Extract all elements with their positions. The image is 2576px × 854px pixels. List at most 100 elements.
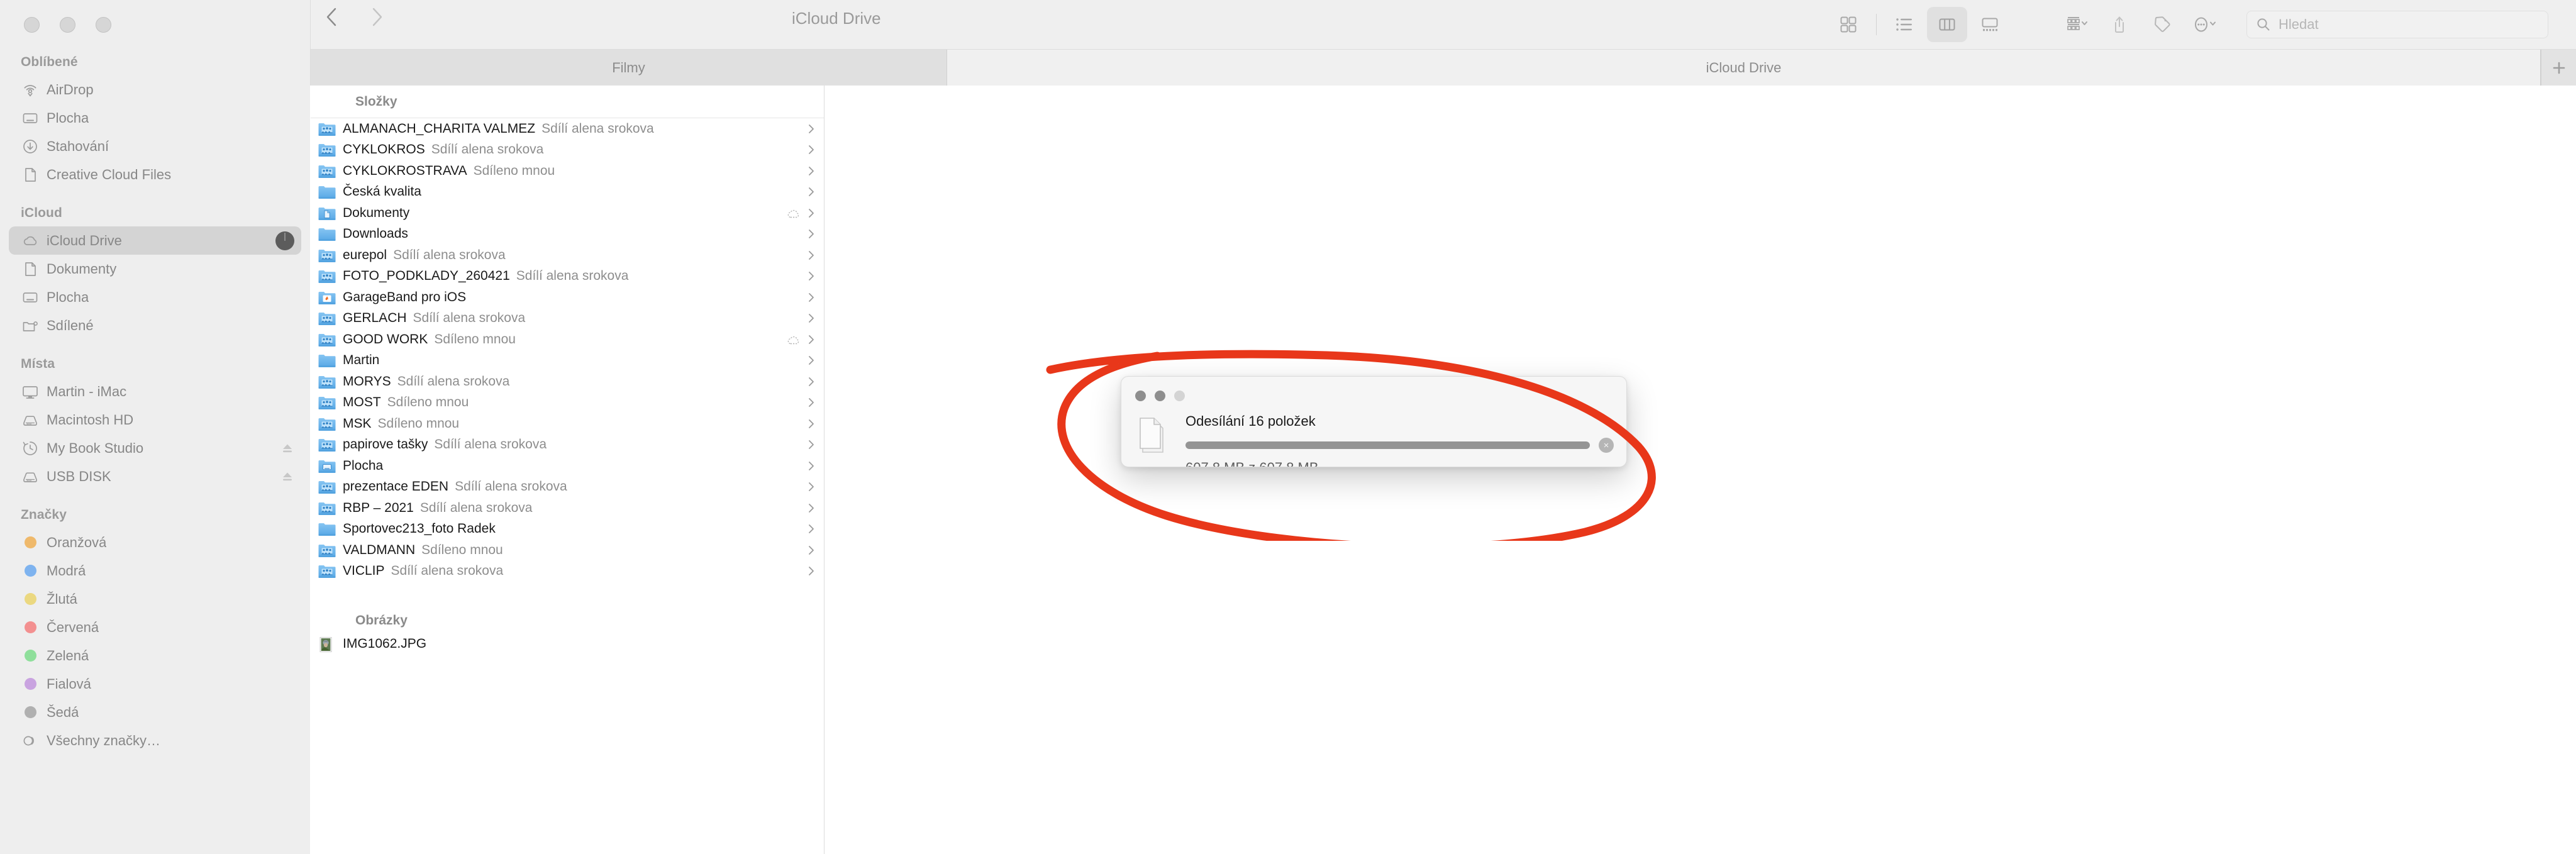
column-browser-first-column[interactable]: Složky ALMANACH_CHARITA VALMEZ Sdílí alen… (311, 86, 824, 854)
more-actions-button[interactable] (2185, 7, 2225, 42)
sidebar-item-plocha[interactable]: Plocha (9, 283, 301, 311)
eject-icon[interactable] (280, 441, 294, 455)
file-list-row[interactable]: Downloads (311, 224, 824, 245)
file-list-row[interactable]: MSK Sdíleno mnou (311, 413, 824, 435)
shared-folder-icon (21, 316, 40, 335)
tab-icloud-drive[interactable]: iCloud Drive (947, 50, 2541, 86)
sidebar-item-macintosh-hd[interactable]: Macintosh HD (9, 406, 301, 434)
sidebar-item-label: Dokumenty (47, 260, 117, 277)
sidebar-group-title: Oblíbené (21, 55, 78, 69)
sidebar-item-sd-len[interactable]: Sdílené (9, 311, 301, 340)
sidebar-item-erven[interactable]: Červená (9, 613, 301, 641)
sidebar-item-zelen[interactable]: Zelená (9, 641, 301, 670)
close-button[interactable] (24, 17, 40, 33)
sidebar-item-modr[interactable]: Modrá (9, 557, 301, 585)
sidebar-scroll-area[interactable]: Oblíbené AirDrop Plocha Stahování Creative C… (0, 49, 310, 766)
zoom-button[interactable] (96, 17, 111, 33)
list-view-button[interactable] (1884, 7, 1924, 42)
file-list-row[interactable]: eurepol Sdílí alena srokova (311, 245, 824, 266)
file-list-row[interactable]: CYKLOKROS Sdílí alena srokova (311, 140, 824, 161)
tag-dot-icon (21, 618, 40, 637)
file-list-row[interactable]: RBP – 2021 Sdílí alena srokova (311, 497, 824, 519)
sidebar-item-label: USB DISK (47, 468, 111, 484)
upload-detail: 607,8 MB z 607,8 MB (1185, 460, 1614, 467)
file-list-row[interactable]: Česká kvalita (311, 182, 824, 203)
tab-filmy[interactable]: Filmy (311, 50, 947, 86)
tag-dot-icon (21, 533, 40, 552)
dialog-close-button[interactable] (1135, 391, 1146, 401)
sidebar-item-my-book-studio[interactable]: My Book Studio (9, 434, 301, 462)
downloads-icon (21, 137, 40, 156)
file-list-row[interactable]: MORYS Sdílí alena srokova (311, 371, 824, 392)
upload-progress-dialog[interactable]: Odesílání 16 položek × 607,8 MB z 607,8 … (1121, 376, 1627, 467)
sidebar-item-oran-ov[interactable]: Oranžová (9, 528, 301, 557)
file-list-row[interactable]: MOST Sdíleno mnou (311, 392, 824, 414)
sidebar-group: Značky Oranžová Modrá Žlutá Červená Zelená Fia… (0, 502, 310, 755)
new-tab-button[interactable] (2541, 50, 2576, 86)
file-name: GarageBand pro iOS (343, 289, 467, 304)
back-button[interactable] (321, 6, 343, 28)
file-list-row[interactable]: prezentace EDEN Sdílí alena srokova (311, 477, 824, 498)
share-status-label: Sdíleno mnou (473, 163, 555, 178)
cloud-download-icon[interactable] (786, 207, 802, 219)
file-list-row[interactable]: GarageBand pro iOS (311, 287, 824, 308)
share-button[interactable] (2099, 7, 2140, 42)
file-list-row[interactable]: Sportovec213_foto Radek (311, 519, 824, 540)
file-list-row[interactable]: IMG1062.JPG (311, 633, 824, 655)
file-list-row[interactable]: Plocha (311, 455, 824, 477)
folder-icon (318, 226, 336, 242)
file-list-row[interactable]: ALMANACH_CHARITA VALMEZ Sdílí alena sroko… (311, 118, 824, 140)
navigation-arrows (321, 6, 387, 28)
file-list-row[interactable]: papirove tašky Sdílí alena srokova (311, 435, 824, 456)
sidebar-item-fialov[interactable]: Fialová (9, 670, 301, 698)
file-list-row[interactable]: Martin (311, 350, 824, 372)
section-header: Obrázky (355, 613, 408, 628)
shared-folder-icon (318, 479, 336, 495)
group-by-button[interactable] (2057, 7, 2097, 42)
sidebar-item-plocha[interactable]: Plocha (9, 104, 301, 132)
sidebar-item-label: Šedá (47, 704, 79, 720)
file-list[interactable]: ALMANACH_CHARITA VALMEZ Sdílí alena sroko… (311, 118, 824, 655)
search-input[interactable]: Hledat (2246, 11, 2548, 38)
sidebar-item-lut[interactable]: Žlutá (9, 585, 301, 613)
dialog-minimize-button[interactable] (1155, 391, 1165, 401)
file-name: papirove tašky (343, 437, 428, 452)
file-name: GERLACH (343, 311, 407, 326)
tags-button[interactable] (2142, 7, 2182, 42)
sidebar-item-dokumenty[interactable]: Dokumenty (9, 255, 301, 283)
sidebar-item-v-echny-zna-ky[interactable]: Všechny značky… (9, 726, 301, 755)
dialog-zoom-button[interactable] (1174, 391, 1185, 401)
forward-button[interactable] (366, 6, 387, 28)
file-list-row[interactable]: CYKLOKROSTRAVA Sdíleno mnou (311, 160, 824, 182)
file-name: ALMANACH_CHARITA VALMEZ (343, 121, 536, 136)
sidebar-item-usb-disk[interactable]: USB DISK (9, 462, 301, 491)
icon-view-button[interactable] (1828, 7, 1868, 42)
eject-icon[interactable] (280, 470, 294, 484)
shared-folder-icon (318, 374, 336, 390)
sidebar-item-ed[interactable]: Šedá (9, 698, 301, 726)
sidebar-item-creative-cloud-files[interactable]: Creative Cloud Files (9, 160, 301, 189)
finder-window: Oblíbené AirDrop Plocha Stahování Creative C… (0, 0, 2576, 854)
sidebar-item-icloud-drive[interactable]: iCloud Drive (9, 226, 301, 255)
share-status-label: Sdílí alena srokova (541, 121, 654, 136)
file-list-row[interactable]: VICLIP Sdílí alena srokova (311, 561, 824, 582)
file-list-row[interactable]: GOOD WORK Sdíleno mnou (311, 329, 824, 350)
sidebar-item-airdrop[interactable]: AirDrop (9, 75, 301, 104)
cloud-download-icon[interactable] (786, 333, 802, 346)
minimize-button[interactable] (60, 17, 75, 33)
file-name: FOTO_PODKLADY_260421 (343, 269, 510, 284)
file-list-row[interactable]: FOTO_PODKLADY_260421 Sdílí alena srokova (311, 266, 824, 287)
file-list-row[interactable]: VALDMANN Sdíleno mnou (311, 540, 824, 561)
desktop-icon (21, 288, 40, 307)
file-list-row[interactable]: GERLACH Sdílí alena srokova (311, 308, 824, 330)
sidebar-item-martin-imac[interactable]: Martin - iMac (9, 377, 301, 406)
cancel-upload-button[interactable]: × (1599, 438, 1614, 453)
sidebar-item-label: Červená (47, 619, 99, 635)
page-title: iCloud Drive (792, 9, 881, 28)
sidebar-item-label: My Book Studio (47, 440, 144, 456)
sidebar-item-stahov-n[interactable]: Stahování (9, 132, 301, 160)
column-view-button[interactable] (1927, 7, 1967, 42)
file-name: Downloads (343, 226, 408, 241)
file-list-row[interactable]: Dokumenty (311, 202, 824, 224)
gallery-view-button[interactable] (1970, 7, 2010, 42)
